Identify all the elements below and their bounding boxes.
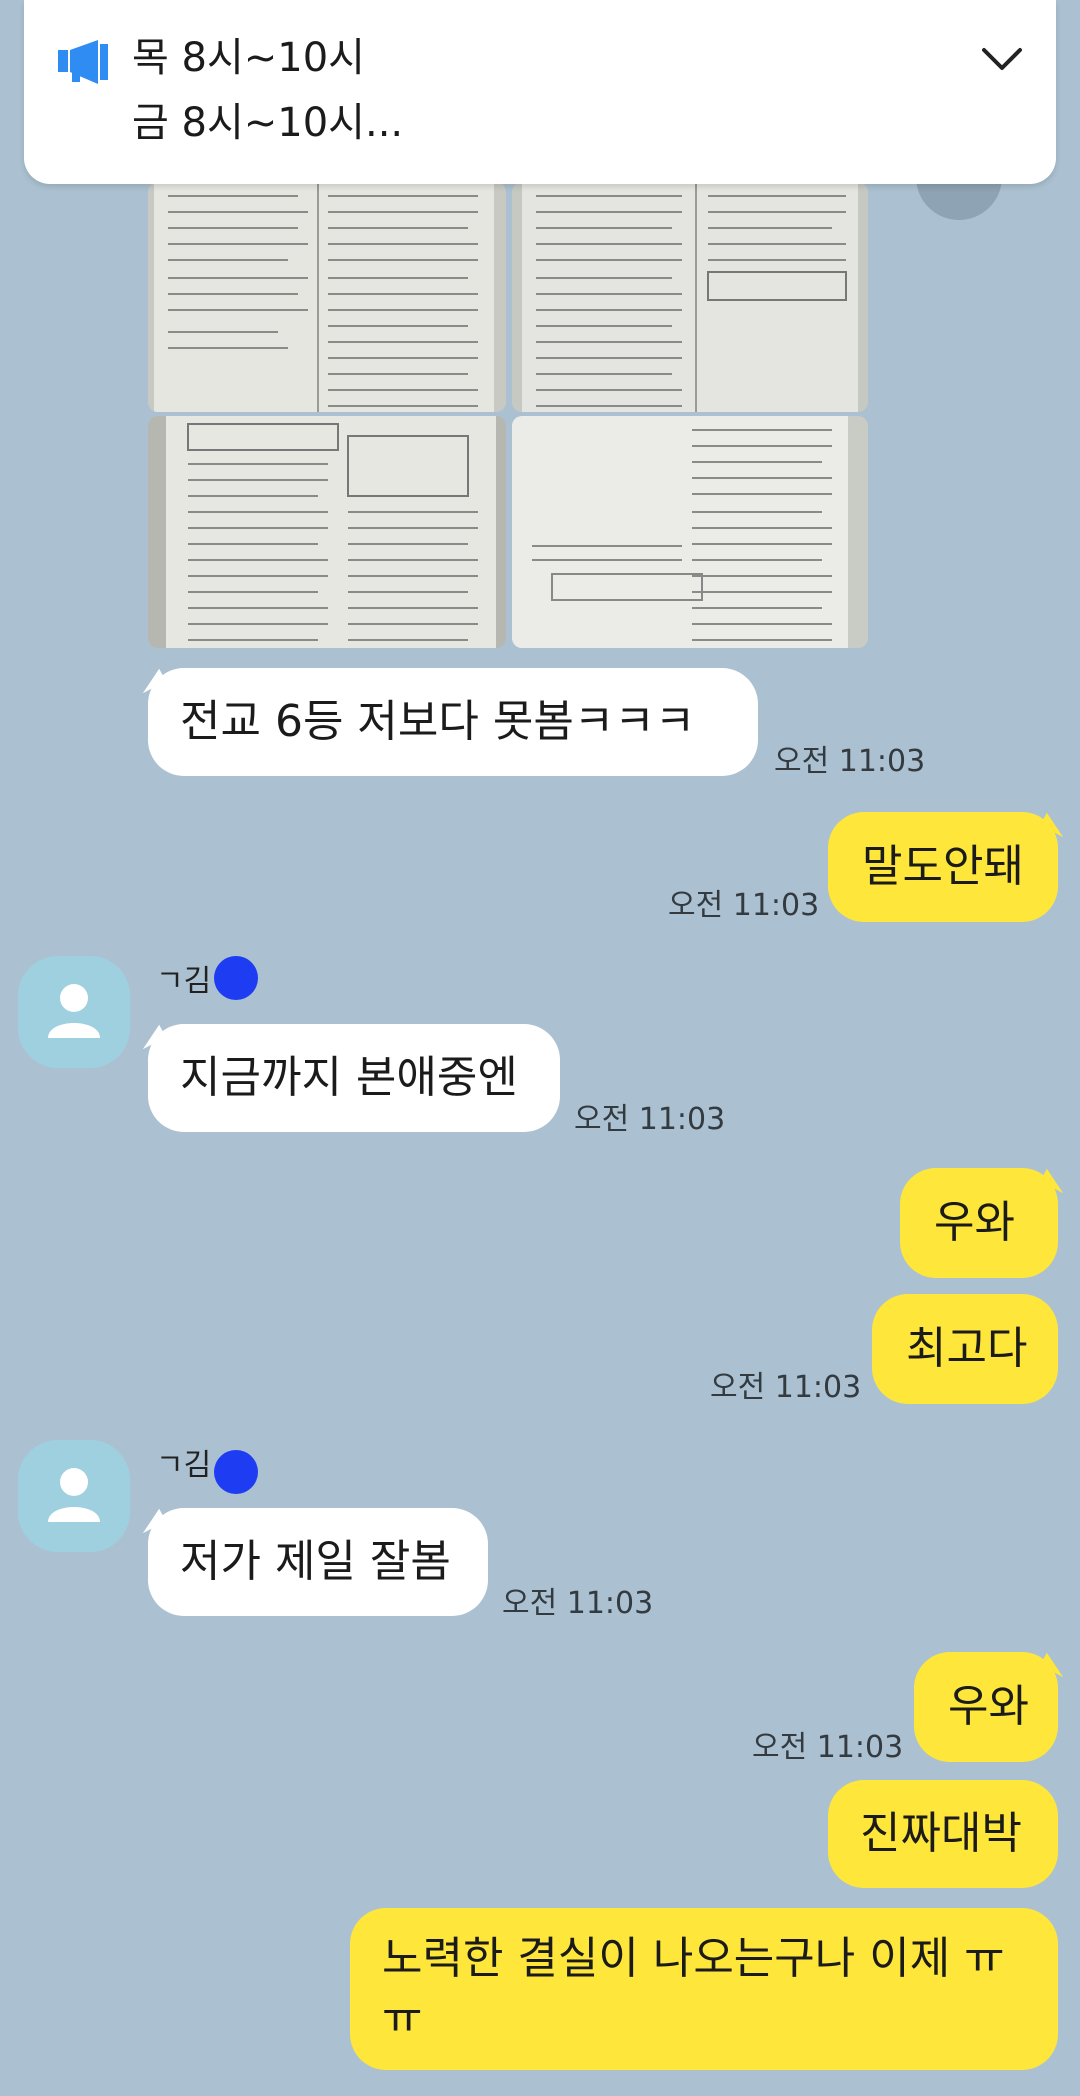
message-time: 오전 11:03	[668, 888, 820, 923]
message-text: 지금까지 본애중엔	[180, 1052, 518, 1103]
message-bubble[interactable]: 노력한 결실이 나오는구나 이제 ㅠ ㅠ	[350, 1908, 1058, 2070]
photo-2[interactable]	[512, 182, 868, 412]
message-text: 우와	[934, 1197, 1015, 1248]
chevron-down-icon[interactable]	[980, 44, 1024, 74]
default-profile-icon	[48, 984, 100, 1038]
notice-line-1: 목 8시~10시	[132, 35, 365, 81]
message-bubble[interactable]: 최고다	[872, 1294, 1058, 1404]
message-text: 전교 6등 저보다 못봄ㅋㅋㅋ	[180, 696, 696, 747]
message-bubble[interactable]: 진짜대박	[828, 1780, 1058, 1888]
message-time: 오전 11:03	[574, 1102, 726, 1137]
message-bubble[interactable]: 저가 제일 잘봄	[148, 1508, 488, 1616]
exam-paper-image	[148, 182, 506, 412]
avatar[interactable]	[18, 956, 130, 1068]
avatar[interactable]	[18, 1440, 130, 1552]
message-bubble[interactable]: 전교 6등 저보다 못봄ㅋㅋㅋ	[148, 668, 758, 776]
message-bubble[interactable]: 말도안돼	[828, 812, 1058, 922]
redaction-dot	[214, 1450, 258, 1494]
message-time: 오전 11:03	[710, 1370, 862, 1405]
notice-banner[interactable]: 목 8시~10시 금 8시~10시...	[24, 0, 1056, 184]
message-text: 말도안돼	[862, 841, 1024, 892]
photo-3[interactable]	[148, 416, 506, 648]
photo-1[interactable]	[148, 182, 506, 412]
message-time: 오전 11:03	[752, 1730, 904, 1765]
notice-line-2: 금 8시~10시...	[132, 100, 404, 146]
message-text-continued: ㅠ	[382, 1993, 423, 2044]
megaphone-icon	[58, 40, 108, 84]
message-bubble[interactable]: 우와	[900, 1168, 1058, 1278]
message-time: 오전 11:03	[774, 744, 926, 779]
default-profile-icon	[48, 1468, 100, 1522]
message-time: 오전 11:03	[502, 1586, 654, 1621]
message-bubble[interactable]: 지금까지 본애중엔	[148, 1024, 560, 1132]
message-text: 최고다	[906, 1323, 1028, 1374]
photo-4[interactable]	[512, 416, 868, 648]
exam-paper-image	[512, 182, 868, 412]
message-text: 진짜대박	[860, 1808, 1022, 1859]
exam-paper-image	[148, 416, 506, 648]
message-text: 우와	[948, 1681, 1029, 1732]
message-text: 노력한 결실이 나오는구나 이제 ㅠ	[382, 1933, 1005, 1984]
message-bubble[interactable]: 우와	[914, 1652, 1058, 1762]
message-text: 저가 제일 잘봄	[180, 1536, 451, 1587]
exam-paper-image	[512, 416, 868, 648]
redaction-dot	[214, 956, 258, 1000]
